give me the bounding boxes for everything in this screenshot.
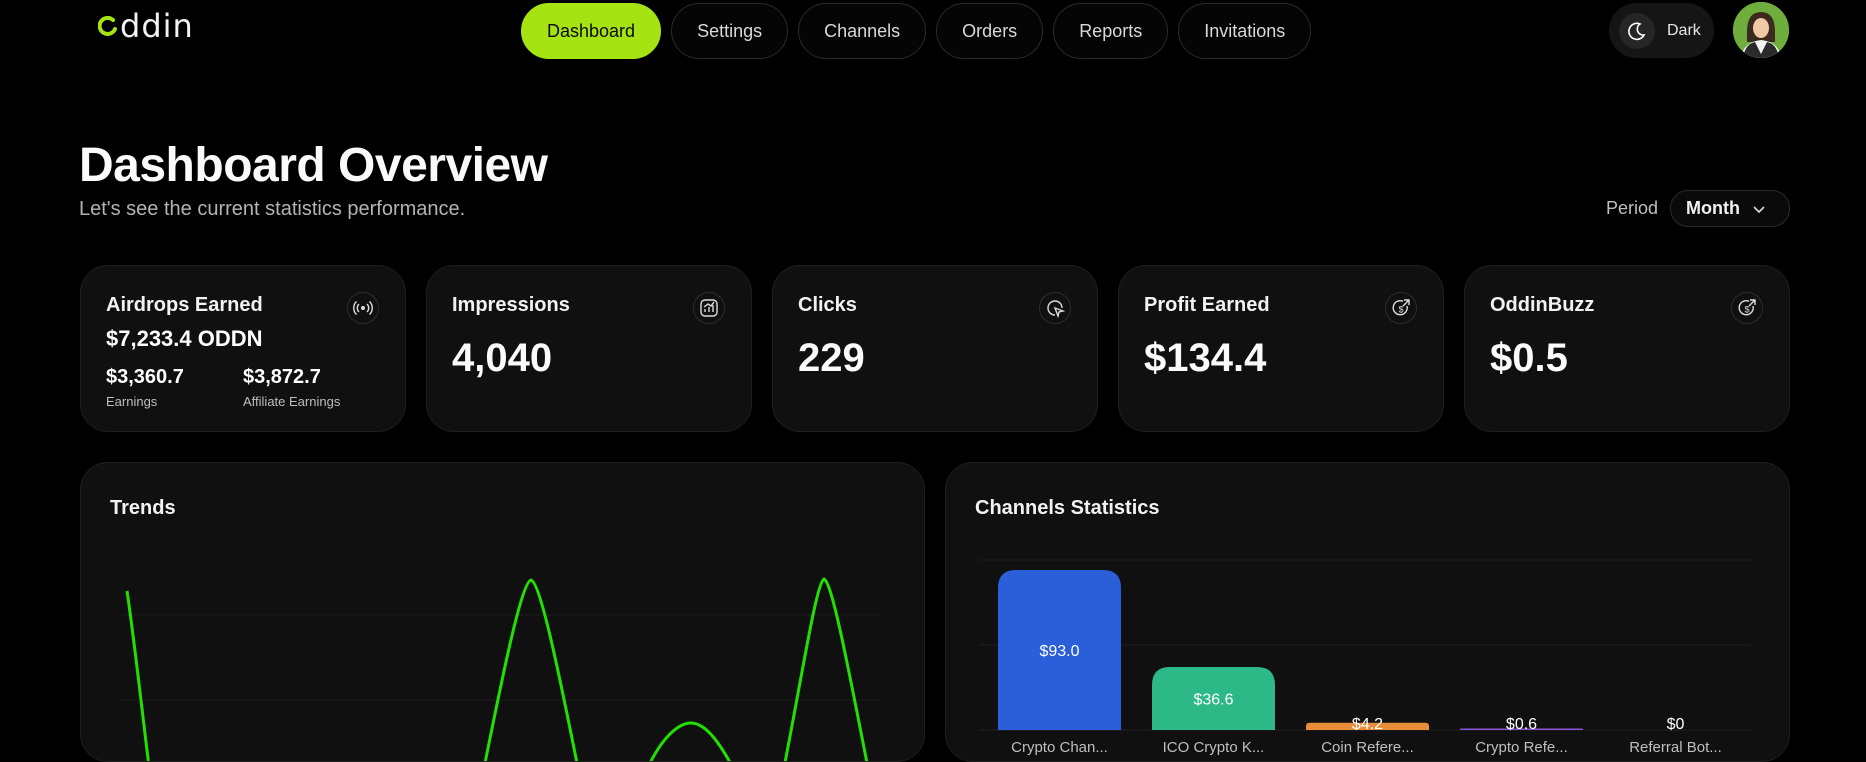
card-profit: Profit Earned $ $134.4 xyxy=(1118,265,1444,432)
cursor-click-icon xyxy=(1039,292,1071,324)
logo-text: ddin xyxy=(120,7,194,45)
card-title: Clicks xyxy=(798,294,857,316)
period-dropdown[interactable]: Month xyxy=(1670,190,1791,227)
trend-line xyxy=(125,577,869,761)
nav-reports[interactable]: Reports xyxy=(1053,3,1169,59)
channel-category-label: Referral Bot... xyxy=(1629,739,1722,756)
period-value: Month xyxy=(1686,198,1741,218)
card-airdrops: Airdrops Earned $7,233.4 ODDN $3,360.7 E… xyxy=(80,265,406,432)
chevron-down-icon xyxy=(1752,198,1766,219)
theme-label: Dark xyxy=(1667,21,1701,39)
svg-text:$: $ xyxy=(1399,305,1404,315)
card-oddinbuzz: OddinBuzz $ $0.5 xyxy=(1464,265,1790,432)
trends-panel: Trends xyxy=(80,462,925,762)
card-title: Impressions xyxy=(452,294,570,316)
dollar-arrow-icon: $ xyxy=(1731,292,1763,324)
nav-settings[interactable]: Settings xyxy=(671,3,789,59)
trends-chart xyxy=(121,577,881,761)
channel-bar-value-label: $4.2 xyxy=(1352,716,1383,733)
main-nav: Dashboard Settings Channels Orders Repor… xyxy=(521,3,1312,59)
nav-channels[interactable]: Channels xyxy=(798,3,927,59)
card-clicks: Clicks 229 xyxy=(772,265,1098,432)
card-impressions: Impressions 4,040 xyxy=(426,265,752,432)
earnings-label: Earnings xyxy=(106,394,158,409)
channel-bar-value-label: $0 xyxy=(1667,716,1685,733)
page-subtitle: Let's see the current statistics perform… xyxy=(79,198,466,220)
channel-category-label: ICO Crypto K... xyxy=(1163,739,1265,756)
card-title: Profit Earned xyxy=(1144,294,1270,316)
chart-icon xyxy=(693,292,725,324)
theme-toggle[interactable]: Dark xyxy=(1609,3,1714,58)
logo[interactable]: ddin xyxy=(98,7,194,45)
page-title: Dashboard Overview xyxy=(79,139,548,192)
affiliate-value: $3,872.7 xyxy=(243,366,321,388)
svg-text:$: $ xyxy=(1745,305,1750,315)
channel-category-label: Crypto Refe... xyxy=(1475,739,1568,756)
period-label: Period xyxy=(1606,198,1659,218)
dollar-arrow-icon: $ xyxy=(1385,292,1417,324)
channels-panel: Channels Statistics $93.0 Crypto Chan... $… xyxy=(945,462,1790,762)
channel-category-label: Coin Refere... xyxy=(1321,739,1414,756)
period-selector: Period Month xyxy=(1606,190,1791,227)
clicks-value: 229 xyxy=(798,336,865,380)
avatar[interactable] xyxy=(1733,2,1789,58)
avatar-image xyxy=(1733,2,1789,58)
logo-mark-icon xyxy=(98,16,117,36)
top-bar: ddin Dashboard Settings Channels Orders … xyxy=(0,0,1866,62)
airdrops-total: $7,233.4 ODDN xyxy=(106,326,263,351)
channel-bar-value-label: $36.6 xyxy=(1193,692,1233,709)
nav-invitations[interactable]: Invitations xyxy=(1178,3,1312,59)
impressions-value: 4,040 xyxy=(452,336,553,380)
nav-dashboard[interactable]: Dashboard xyxy=(521,3,662,59)
broadcast-icon xyxy=(347,292,379,324)
channel-category-label: Crypto Chan... xyxy=(1011,739,1108,756)
oddinbuzz-value: $0.5 xyxy=(1490,336,1568,380)
profit-value: $134.4 xyxy=(1144,336,1267,380)
channel-bar-value-label: $93.0 xyxy=(1039,643,1079,660)
affiliate-label: Affiliate Earnings xyxy=(243,394,341,409)
nav-orders[interactable]: Orders xyxy=(936,3,1044,59)
channels-chart: $93.0 Crypto Chan... $36.6 ICO Crypto K... $… xyxy=(979,559,1751,756)
earnings-value: $3,360.7 xyxy=(106,366,184,388)
channel-bar-value-label: $0.6 xyxy=(1506,716,1537,733)
moon-icon xyxy=(1619,12,1655,49)
card-title: OddinBuzz xyxy=(1490,294,1595,316)
card-title: Airdrops Earned xyxy=(106,294,263,316)
